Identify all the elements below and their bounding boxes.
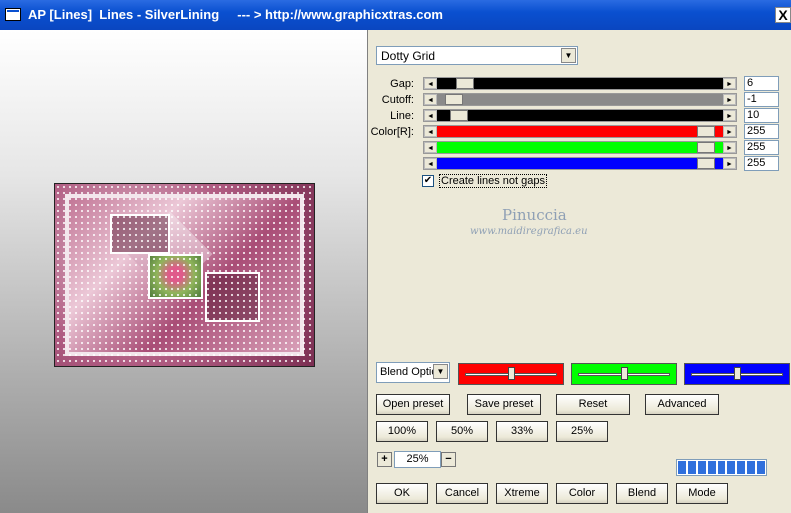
slider-track (437, 158, 723, 169)
color-r-label: Color[R]: (370, 126, 414, 138)
arrow-left-icon[interactable]: ◄ (424, 94, 437, 105)
arrow-left-icon[interactable]: ◄ (424, 110, 437, 121)
arrow-right-icon[interactable]: ► (723, 110, 736, 121)
progress-block (707, 461, 716, 474)
create-lines-label[interactable]: Create lines not gaps (439, 174, 547, 188)
zoom-in-button[interactable]: + (377, 452, 392, 467)
progress-block (747, 461, 756, 474)
progress-block (717, 461, 726, 474)
mode-button[interactable]: Mode (676, 483, 728, 504)
chevron-down-icon[interactable]: ▼ (561, 48, 576, 63)
color-b-value[interactable]: 255 (744, 156, 779, 171)
slider-track (437, 78, 723, 89)
blend-button[interactable]: Blend (616, 483, 668, 504)
preview-image (54, 183, 315, 367)
zoom-level-field[interactable]: 25% (394, 451, 441, 468)
progress-block (697, 461, 706, 474)
gap-value[interactable]: 6 (744, 76, 779, 91)
slider-thumb[interactable] (450, 110, 469, 121)
progress-block (687, 461, 696, 474)
slider-thumb[interactable] (455, 78, 474, 89)
gap-slider[interactable]: ◄ ► (423, 77, 737, 90)
slider-thumb[interactable] (696, 126, 715, 137)
cutoff-value[interactable]: -1 (744, 92, 779, 107)
slider-thumb[interactable] (696, 158, 715, 169)
zoom-50-button[interactable]: 50% (436, 421, 488, 442)
zoom-100-button[interactable]: 100% (376, 421, 428, 442)
arrow-left-icon[interactable]: ◄ (424, 126, 437, 137)
preset-dropdown[interactable]: Dotty Grid ▼ (376, 46, 578, 65)
advanced-button[interactable]: Advanced (645, 394, 719, 415)
mini-slider-thumb[interactable] (621, 367, 628, 380)
color-button[interactable]: Color (556, 483, 608, 504)
color-g-value[interactable]: 255 (744, 140, 779, 155)
blend-options-dropdown[interactable]: Blend Options ▼ (376, 362, 450, 383)
blue-channel-box[interactable] (684, 363, 790, 385)
title-bar: AP [Lines] Lines - SilverLining --- > ht… (0, 0, 791, 30)
dotty-grid-overlay (55, 184, 314, 366)
arrow-left-icon[interactable]: ◄ (424, 142, 437, 153)
arrow-right-icon[interactable]: ► (723, 126, 736, 137)
cancel-button[interactable]: Cancel (436, 483, 488, 504)
cutoff-label: Cutoff: (381, 94, 414, 106)
preview-pane (0, 30, 368, 513)
arrow-right-icon[interactable]: ► (723, 158, 736, 169)
color-r-slider[interactable]: ◄ ► (423, 125, 737, 138)
line-label: Line: (390, 110, 414, 122)
progress-block (727, 461, 736, 474)
progress-block (757, 461, 766, 474)
mini-slider-thumb[interactable] (734, 367, 741, 380)
color-b-slider[interactable]: ◄ ► (423, 157, 737, 170)
color-g-slider[interactable]: ◄ ► (423, 141, 737, 154)
close-button[interactable]: X (775, 7, 791, 23)
cutoff-slider[interactable]: ◄ ► (423, 93, 737, 106)
create-lines-checkbox[interactable]: ✔ (422, 175, 434, 187)
ok-button[interactable]: OK (376, 483, 428, 504)
zoom-out-button[interactable]: − (441, 452, 456, 467)
blend-selected-label: Blend Options (380, 366, 435, 378)
reset-button[interactable]: Reset (556, 394, 630, 415)
slider-track (437, 142, 723, 153)
preset-selected-label: Dotty Grid (381, 49, 436, 63)
mini-slider-thumb[interactable] (508, 367, 515, 380)
zoom-33-button[interactable]: 33% (496, 421, 548, 442)
slider-track (437, 94, 723, 105)
save-preset-button[interactable]: Save preset (467, 394, 541, 415)
gap-label: Gap: (390, 78, 414, 90)
watermark-url: www.maidiregrafica.eu (470, 226, 588, 237)
xtreme-button[interactable]: Xtreme (496, 483, 548, 504)
arrow-left-icon[interactable]: ◄ (424, 78, 437, 89)
arrow-right-icon[interactable]: ► (723, 142, 736, 153)
window-title: AP [Lines] Lines - SilverLining --- > ht… (28, 7, 443, 22)
progress-block (678, 461, 686, 474)
arrow-left-icon[interactable]: ◄ (424, 158, 437, 169)
progress-bar (676, 459, 767, 476)
line-slider[interactable]: ◄ ► (423, 109, 737, 122)
line-value[interactable]: 10 (744, 108, 779, 123)
slider-thumb[interactable] (696, 142, 715, 153)
zoom-25-button[interactable]: 25% (556, 421, 608, 442)
open-preset-button[interactable]: Open preset (376, 394, 450, 415)
chevron-down-icon[interactable]: ▼ (433, 364, 448, 379)
color-r-value[interactable]: 255 (744, 124, 779, 139)
progress-block (737, 461, 746, 474)
arrow-right-icon[interactable]: ► (723, 78, 736, 89)
slider-track (437, 126, 723, 137)
green-channel-box[interactable] (571, 363, 677, 385)
slider-track (437, 110, 723, 121)
watermark-name: Pinuccia (502, 206, 567, 224)
slider-thumb[interactable] (445, 94, 464, 105)
red-channel-box[interactable] (458, 363, 564, 385)
arrow-right-icon[interactable]: ► (723, 94, 736, 105)
window-icon (5, 8, 21, 21)
